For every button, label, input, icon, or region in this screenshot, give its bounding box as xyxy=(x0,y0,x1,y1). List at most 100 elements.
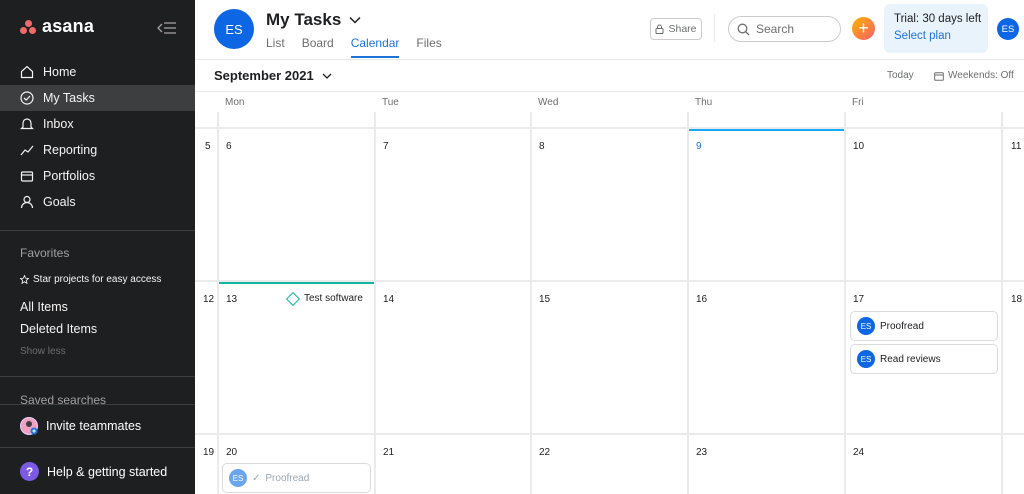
dow-label: Tue xyxy=(382,97,399,108)
day-number[interactable]: 20 xyxy=(226,447,237,458)
day-number[interactable]: 13 xyxy=(226,294,237,305)
day-of-week-header: Mon Tue Wed Thu Fri xyxy=(195,92,1024,112)
trend-icon xyxy=(20,143,34,157)
search-input[interactable] xyxy=(756,22,836,36)
task-name: Test software xyxy=(304,293,363,304)
day-number: 18 xyxy=(1011,294,1023,305)
favorites-hint-text: Star projects for easy access xyxy=(33,274,162,285)
sidebar-nav: Home My Tasks Inbox Reporting Portfolios… xyxy=(0,59,195,215)
favorites-heading: Favorites xyxy=(20,246,70,260)
calendar-week: 12 13 Test software 14 15 16 17 ES Proof… xyxy=(195,282,1024,435)
sidebar-item-label: Inbox xyxy=(43,117,74,131)
lock-icon xyxy=(655,24,664,34)
tab-list[interactable]: List xyxy=(266,36,285,58)
day-number[interactable]: 6 xyxy=(226,141,232,152)
sidebar-item-my-tasks[interactable]: My Tasks xyxy=(0,85,195,111)
sidebar-item-reporting[interactable]: Reporting xyxy=(0,137,195,163)
dow-label: Thu xyxy=(695,97,713,108)
main-content: ES My Tasks List Board Calendar Files Sh… xyxy=(195,0,1024,494)
task-name: Proofread xyxy=(880,320,924,332)
assignee-avatar: ES xyxy=(229,469,247,487)
user-avatar[interactable]: ES xyxy=(997,18,1019,40)
favorites-hint: Star projects for easy access xyxy=(20,274,161,285)
day-number[interactable]: 14 xyxy=(383,294,394,305)
search-box[interactable] xyxy=(728,16,841,42)
quick-add-button[interactable]: + xyxy=(852,17,875,40)
month-label: September 2021 xyxy=(214,68,314,83)
week-date-label: 12 xyxy=(203,294,215,305)
asana-logo[interactable]: asana xyxy=(20,16,94,37)
calendar-week: 5 6 7 8 9 10 11 xyxy=(195,129,1024,282)
week-date-label: 5 xyxy=(205,141,211,152)
day-number[interactable]: 21 xyxy=(383,447,394,458)
weekends-toggle[interactable]: Weekends: Off xyxy=(934,70,1014,81)
day-number[interactable]: 7 xyxy=(383,141,389,152)
project-avatar: ES xyxy=(214,9,254,49)
day-number[interactable]: 8 xyxy=(539,141,545,152)
header-divider xyxy=(714,14,715,42)
trial-banner: Trial: 30 days left Select plan xyxy=(884,4,988,53)
task-card-proofread-completed[interactable]: ES ✓ Proofread xyxy=(222,463,371,493)
check-circle-icon xyxy=(20,91,34,105)
all-items-link[interactable]: All Items xyxy=(20,300,68,314)
tab-calendar[interactable]: Calendar xyxy=(350,36,400,58)
sidebar-item-goals[interactable]: Goals xyxy=(0,189,195,215)
sidebar-divider xyxy=(0,230,195,231)
help-label: Help & getting started xyxy=(47,464,168,479)
check-icon: ✓ xyxy=(252,472,261,484)
day-number[interactable]: 15 xyxy=(539,294,550,305)
show-less-link[interactable]: Show less xyxy=(20,346,66,357)
help-icon: ? xyxy=(20,462,39,481)
sidebar-item-label: Reporting xyxy=(43,143,98,157)
home-icon xyxy=(20,65,34,79)
day-number[interactable]: 16 xyxy=(696,294,707,305)
task-card-proofread[interactable]: ES Proofread xyxy=(850,311,998,341)
calendar-toolbar: September 2021 Today Weekends: Off xyxy=(195,59,1024,92)
tab-files[interactable]: Files xyxy=(416,36,441,58)
select-plan-link[interactable]: Select plan xyxy=(894,30,988,42)
sidebar: asana Home My Tasks Inbox Reporting Port… xyxy=(0,0,195,494)
bell-icon xyxy=(20,117,34,131)
calendar-icon xyxy=(934,71,944,81)
task-test-software[interactable]: Test software xyxy=(285,291,363,306)
sidebar-item-label: Home xyxy=(43,65,77,79)
dow-label: Fri xyxy=(852,97,864,108)
share-label: Share xyxy=(668,23,697,35)
today-day-number[interactable]: 9 xyxy=(696,141,702,152)
chevron-down-icon xyxy=(322,73,332,79)
dow-label: Wed xyxy=(538,97,559,108)
sidebar-item-label: Portfolios xyxy=(43,169,96,183)
day-number[interactable]: 17 xyxy=(853,294,864,305)
collapse-sidebar-icon[interactable] xyxy=(156,20,176,36)
sidebar-item-portfolios[interactable]: Portfolios xyxy=(0,163,195,189)
invite-teammates-button[interactable]: Invite teammates xyxy=(0,404,195,448)
calendar-week: 19 20 ES ✓ Proofread 21 22 23 24 xyxy=(195,435,1024,494)
milestone-diamond-icon xyxy=(285,291,301,306)
star-icon xyxy=(20,275,29,284)
day-number[interactable]: 22 xyxy=(539,447,550,458)
person-icon xyxy=(20,195,34,209)
help-button[interactable]: ? Help & getting started xyxy=(20,462,167,481)
task-name: Proofread xyxy=(265,472,310,484)
sidebar-divider xyxy=(0,376,195,377)
assignee-avatar: ES xyxy=(857,317,875,335)
today-button[interactable]: Today xyxy=(887,70,914,81)
deleted-items-link[interactable]: Deleted Items xyxy=(20,322,97,336)
trial-title: Trial: 30 days left xyxy=(894,13,982,25)
share-button[interactable]: Share xyxy=(650,18,702,40)
tab-board[interactable]: Board xyxy=(302,36,334,58)
day-number: 11 xyxy=(1011,141,1022,152)
invite-icon xyxy=(20,417,38,435)
week-date-label: 19 xyxy=(203,447,215,458)
sidebar-item-home[interactable]: Home xyxy=(0,59,195,85)
day-number[interactable]: 24 xyxy=(853,447,864,458)
task-card-read-reviews[interactable]: ES Read reviews xyxy=(850,344,998,374)
task-date-bar xyxy=(219,282,374,284)
month-picker[interactable]: September 2021 xyxy=(214,68,332,83)
day-number[interactable]: 23 xyxy=(696,447,707,458)
page-title[interactable]: My Tasks xyxy=(266,10,361,30)
task-name: Read reviews xyxy=(880,353,941,365)
chevron-down-icon[interactable] xyxy=(349,16,361,24)
sidebar-item-inbox[interactable]: Inbox xyxy=(0,111,195,137)
day-number[interactable]: 10 xyxy=(853,141,864,152)
